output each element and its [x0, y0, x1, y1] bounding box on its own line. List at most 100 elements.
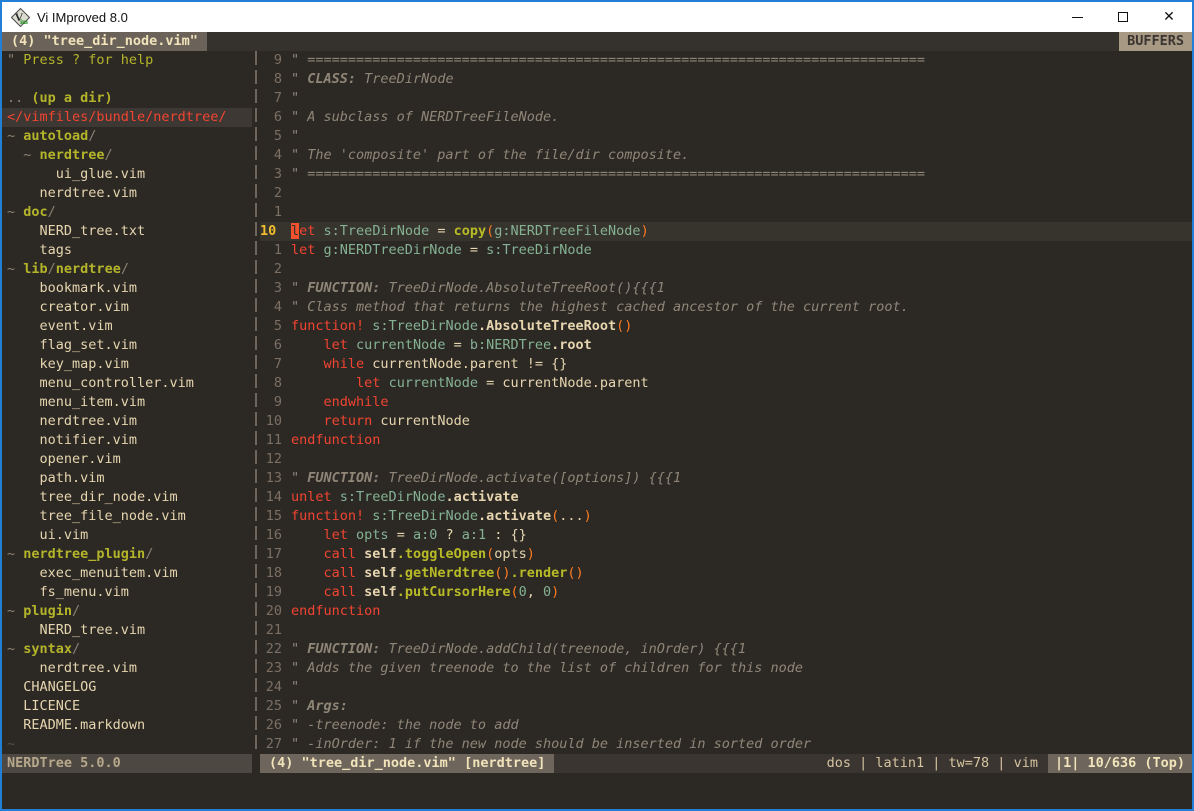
code-row[interactable]: 7"	[260, 89, 1192, 108]
tree-row[interactable]: flag_set.vim	[2, 336, 252, 355]
tree-row[interactable]: NERD_tree.txt	[2, 222, 252, 241]
code-row[interactable]: 20endfunction	[260, 602, 1192, 621]
code-row[interactable]: 11endfunction	[260, 431, 1192, 450]
tree-row[interactable]: ~ plugin/	[2, 602, 252, 621]
code-row[interactable]: 6" A subclass of NERDTreeFileNode.	[260, 108, 1192, 127]
tree-row[interactable]: " Press ? for help	[2, 51, 252, 70]
tree-row[interactable]: ~ doc/	[2, 203, 252, 222]
code-row[interactable]: 14unlet s:TreeDirNode.activate	[260, 488, 1192, 507]
tree-row[interactable]: creator.vim	[2, 298, 252, 317]
code-row[interactable]: 4" The 'composite' part of the file/dir …	[260, 146, 1192, 165]
code-row[interactable]: 22" FUNCTION: TreeDirNode.addChild(treen…	[260, 640, 1192, 659]
token: .activate	[478, 508, 551, 524]
tree-row[interactable]: ~ autoload/	[2, 127, 252, 146]
code-row[interactable]: 21	[260, 621, 1192, 640]
code-row[interactable]: 10let s:TreeDirNode = copy(g:NERDTreeFil…	[260, 222, 1192, 241]
token: plugin	[23, 603, 72, 619]
tree-row[interactable]: nerdtree.vim	[2, 659, 252, 678]
tree-row[interactable]: exec_menuitem.vim	[2, 564, 252, 583]
token: )	[551, 584, 559, 600]
token	[348, 527, 356, 543]
tree-row[interactable]: CHANGELOG	[2, 678, 252, 697]
tree-row[interactable]: .. (up a dir)	[2, 89, 252, 108]
token: endfunction	[291, 432, 380, 448]
tree-row[interactable]: LICENCE	[2, 697, 252, 716]
line-number: 25	[260, 697, 282, 716]
code-row[interactable]: 24"	[260, 678, 1192, 697]
tree-row[interactable]: menu_controller.vim	[2, 374, 252, 393]
token: CHANGELOG	[7, 679, 96, 695]
line-number: 20	[260, 602, 282, 621]
code-row[interactable]: 8 let currentNode = currentNode.parent	[260, 374, 1192, 393]
token: " Class method that returns the highest …	[291, 299, 909, 315]
nerdtree-panel[interactable]: " Press ? for help .. (up a dir)</vimfile…	[2, 51, 252, 754]
code-row[interactable]: 23" Adds the given treenode to the list …	[260, 659, 1192, 678]
code-row[interactable]: 13" FUNCTION: TreeDirNode.activate([opti…	[260, 469, 1192, 488]
tree-row[interactable]: ~ nerdtree_plugin/	[2, 545, 252, 564]
code-row[interactable]: 2	[260, 260, 1192, 279]
code-row[interactable]: 4" Class method that returns the highest…	[260, 298, 1192, 317]
code-row[interactable]: 5"	[260, 127, 1192, 146]
vertical-split-separator[interactable]	[252, 51, 260, 754]
maximize-button[interactable]	[1100, 2, 1146, 32]
token: g:NERDTreeDirNode	[324, 242, 462, 258]
tree-row[interactable]: tree_file_node.vim	[2, 507, 252, 526]
code-row[interactable]: 7 while currentNode.parent != {}	[260, 355, 1192, 374]
tree-row[interactable]: menu_item.vim	[2, 393, 252, 412]
code-row[interactable]: 9" =====================================…	[260, 51, 1192, 70]
tree-row[interactable]: tree_dir_node.vim	[2, 488, 252, 507]
code-row[interactable]: 16 let opts = a:0 ? a:1 : {}	[260, 526, 1192, 545]
code-row[interactable]: 15function! s:TreeDirNode.activate(...)	[260, 507, 1192, 526]
close-button[interactable]: ✕	[1146, 2, 1192, 32]
tree-row[interactable]: nerdtree.vim	[2, 412, 252, 431]
tree-row[interactable]: fs_menu.vim	[2, 583, 252, 602]
code-row[interactable]: 10 return currentNode	[260, 412, 1192, 431]
tree-row[interactable]: ui_glue.vim	[2, 165, 252, 184]
code-row[interactable]: 19 call self.putCursorHere(0, 0)	[260, 583, 1192, 602]
token: LICENCE	[7, 698, 80, 714]
tree-row[interactable]: notifier.vim	[2, 431, 252, 450]
tree-row[interactable]	[2, 70, 252, 89]
tree-row[interactable]: README.markdown	[2, 716, 252, 735]
tree-row[interactable]: path.vim	[2, 469, 252, 488]
tree-row[interactable]: opener.vim	[2, 450, 252, 469]
token: "	[291, 128, 299, 144]
token: "	[291, 679, 299, 695]
tree-row[interactable]: ~	[2, 735, 252, 754]
code-row[interactable]: 1	[260, 203, 1192, 222]
tab-tree-dir-node[interactable]: (4) "tree_dir_node.vim"	[2, 32, 207, 51]
tree-row[interactable]: bookmark.vim	[2, 279, 252, 298]
code-row[interactable]: 5function! s:TreeDirNode.AbsoluteTreeRoo…	[260, 317, 1192, 336]
code-area[interactable]: 9" =====================================…	[260, 51, 1192, 754]
tree-row[interactable]: nerdtree.vim	[2, 184, 252, 203]
code-row[interactable]: 26" -treenode: the node to add	[260, 716, 1192, 735]
tree-row[interactable]: tags	[2, 241, 252, 260]
code-row[interactable]: 18 call self.getNerdtree().render()	[260, 564, 1192, 583]
tree-row[interactable]: </vimfiles/bundle/nerdtree/	[2, 108, 252, 127]
buffers-label[interactable]: BUFFERS	[1119, 32, 1192, 51]
minimize-button[interactable]	[1054, 2, 1100, 32]
tree-row[interactable]: NERD_tree.vim	[2, 621, 252, 640]
code-row[interactable]: 17 call self.toggleOpen(opts)	[260, 545, 1192, 564]
code-row[interactable]: 9 endwhile	[260, 393, 1192, 412]
code-row[interactable]: 8" CLASS: TreeDirNode	[260, 70, 1192, 89]
code-row[interactable]: 27" -inOrder: 1 if the new node should b…	[260, 735, 1192, 754]
code-text: " -inOrder: 1 if the new node should be …	[291, 735, 1192, 754]
code-row[interactable]: 3" =====================================…	[260, 165, 1192, 184]
code-row[interactable]: 25" Args:	[260, 697, 1192, 716]
tree-row[interactable]: ~ nerdtree/	[2, 146, 252, 165]
code-row[interactable]: 12	[260, 450, 1192, 469]
code-row[interactable]: 6 let currentNode = b:NERDTree.root	[260, 336, 1192, 355]
code-text: " FUNCTION: TreeDirNode.activate([option…	[291, 469, 1192, 488]
code-row[interactable]: 2	[260, 184, 1192, 203]
tree-row[interactable]: key_map.vim	[2, 355, 252, 374]
tree-row[interactable]: ~ lib/nerdtree/	[2, 260, 252, 279]
code-row[interactable]: 3" FUNCTION: TreeDirNode.AbsoluteTreeRoo…	[260, 279, 1192, 298]
maximize-icon	[1118, 12, 1128, 22]
code-row[interactable]: 1let g:NERDTreeDirNode = s:TreeDirNode	[260, 241, 1192, 260]
tree-row[interactable]: event.vim	[2, 317, 252, 336]
tree-row[interactable]: ~ syntax/	[2, 640, 252, 659]
token	[356, 565, 364, 581]
status-split-gap	[252, 754, 260, 773]
tree-row[interactable]: ui.vim	[2, 526, 252, 545]
